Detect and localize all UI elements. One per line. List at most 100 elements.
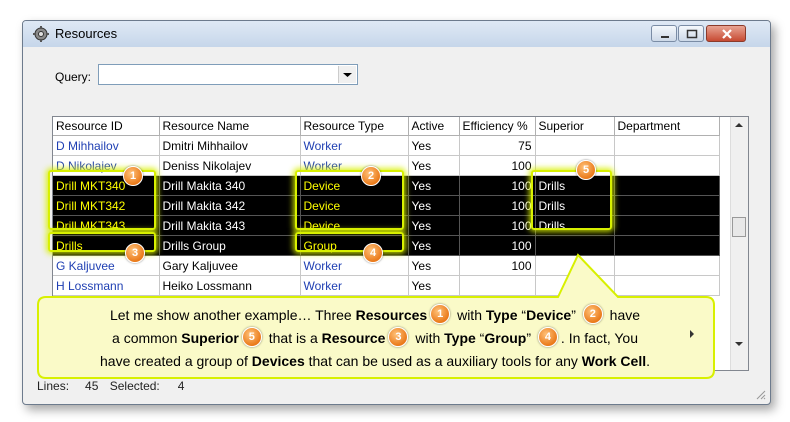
- cell-efficiency: 100: [459, 215, 536, 236]
- cell-superior: [535, 135, 615, 156]
- cell-active: Yes: [408, 155, 460, 176]
- callout-text-part: with: [453, 307, 486, 323]
- hscroll-right-icon[interactable]: [690, 330, 694, 338]
- minimize-button[interactable]: [651, 25, 677, 42]
- cell-active: Yes: [408, 255, 460, 276]
- callout-text-part: Let me show another example… Three: [109, 307, 356, 323]
- callout-text-part: ”: [571, 307, 580, 323]
- cell-department: [614, 195, 720, 216]
- table-header-row: Resource ID Resource Name Resource Type …: [53, 117, 720, 136]
- scrollbar-thumb[interactable]: [732, 217, 746, 237]
- callout-keyword: Resources: [355, 307, 428, 323]
- inline-badge-1: 1: [430, 304, 451, 325]
- cell-resource-name: Dmitri Mihhailov: [159, 135, 301, 156]
- cell-efficiency: 100: [459, 195, 536, 216]
- callout-text-part: have: [605, 307, 641, 323]
- callout-keyword: Resource: [321, 330, 386, 346]
- cell-department: [614, 255, 720, 276]
- table-row[interactable]: H Lossmann Heiko Lossmann Worker Yes: [53, 275, 720, 296]
- column-header-superior[interactable]: Superior: [535, 117, 615, 136]
- window-title: Resources: [55, 26, 118, 41]
- callout-badge-3: 3: [125, 243, 145, 263]
- close-button[interactable]: [706, 25, 746, 42]
- callout-badge-1: 1: [123, 166, 143, 186]
- callout-keyword: Group: [484, 330, 527, 346]
- table-row[interactable]: G Kaljuvee Gary Kaljuvee Worker Yes 100: [53, 255, 720, 276]
- cell-resource-name: Drills Group: [159, 235, 301, 256]
- highlight-box-device-types: [295, 170, 404, 230]
- callout-text-part: that is a: [264, 330, 322, 346]
- callout-text-part: “: [517, 307, 527, 323]
- query-dropdown-button[interactable]: [338, 66, 356, 83]
- callout-text-part: a common: [112, 330, 182, 346]
- callout-line-3: have created a group of Devices that can…: [40, 350, 710, 373]
- cell-active: Yes: [408, 235, 460, 256]
- cell-department: [614, 155, 720, 176]
- callout-line-1: Let me show another example… Three Resou…: [40, 304, 710, 327]
- vertical-scrollbar[interactable]: [730, 117, 748, 370]
- scroll-down-icon[interactable]: [735, 342, 743, 346]
- cell-resource-name: Gary Kaljuvee: [159, 255, 301, 276]
- cell-active: Yes: [408, 175, 460, 196]
- callout-keyword: Device: [526, 307, 572, 323]
- cell-department: [614, 135, 720, 156]
- cell-efficiency: 100: [459, 175, 536, 196]
- cell-efficiency: 100: [459, 255, 536, 276]
- inline-badge-3: 3: [388, 327, 409, 348]
- cell-resource-name: Drill Makita 342: [159, 195, 301, 216]
- cell-resource-id[interactable]: H Lossmann: [53, 275, 160, 296]
- cell-efficiency: 100: [459, 235, 536, 256]
- cell-department: [614, 215, 720, 236]
- cell-resource-name: Heiko Lossmann: [159, 275, 301, 296]
- cell-resource-name: Drill Makita 340: [159, 175, 301, 196]
- highlight-box-superiors: [531, 170, 612, 230]
- cell-department: [614, 175, 720, 196]
- callout-text-part: ”: [526, 330, 535, 346]
- inline-badge-4: 4: [537, 327, 558, 348]
- selected-count: 4: [177, 379, 185, 393]
- cell-resource-name: Drill Makita 343: [159, 215, 301, 236]
- callout-line-2: a common Superior 5 that is a Resource 3 w…: [40, 327, 710, 350]
- cell-resource-type[interactable]: Worker: [300, 275, 409, 296]
- column-header-efficiency[interactable]: Efficiency %: [459, 117, 536, 136]
- callout-keyword: Work Cell: [581, 353, 647, 369]
- cell-resource-type[interactable]: Worker: [300, 135, 409, 156]
- chevron-down-icon: [343, 73, 352, 77]
- selected-label: Selected:: [109, 379, 160, 393]
- maximize-button[interactable]: [678, 25, 704, 42]
- cell-resource-name: Deniss Nikolajev: [159, 155, 301, 176]
- lines-label: Lines:: [37, 379, 70, 393]
- callout-keyword: Type: [485, 307, 518, 323]
- callout-text-part: have created a group of: [100, 353, 252, 369]
- callout-keyword: Type: [444, 330, 476, 346]
- cell-active: Yes: [408, 275, 460, 296]
- lines-count: 45: [85, 379, 99, 393]
- table-row[interactable]: D Mihhailov Dmitri Mihhailov Worker Yes …: [53, 135, 720, 156]
- cell-resource-id[interactable]: D Mihhailov: [53, 135, 160, 156]
- cell-efficiency: 100: [459, 155, 536, 176]
- highlight-box-group-type: [295, 232, 404, 252]
- callout-keyword: Superior: [181, 330, 239, 346]
- title-bar[interactable]: Resources: [23, 21, 770, 47]
- column-header-resource-name[interactable]: Resource Name: [159, 117, 301, 136]
- column-header-department[interactable]: Department: [614, 117, 720, 136]
- status-bar: Lines: 45 Selected: 4: [37, 379, 188, 393]
- callout-text-part: . In fact, You: [560, 330, 638, 346]
- callout-badge-4: 4: [363, 243, 383, 263]
- scroll-up-icon[interactable]: [735, 123, 743, 127]
- resize-grip-icon[interactable]: [754, 388, 766, 400]
- query-label: Query:: [55, 70, 92, 84]
- inline-badge-2: 2: [582, 304, 603, 325]
- callout-text-part: that can be used as a auxiliary tools fo…: [304, 353, 582, 369]
- inline-badge-5: 5: [241, 327, 262, 348]
- callout-keyword: Devices: [251, 353, 305, 369]
- cell-department: [614, 235, 720, 256]
- cell-active: Yes: [408, 215, 460, 236]
- column-header-active[interactable]: Active: [408, 117, 460, 136]
- callout-badge-2: 2: [361, 166, 381, 186]
- column-header-resource-type[interactable]: Resource Type: [300, 117, 409, 136]
- query-select[interactable]: [98, 64, 358, 85]
- cell-resource-type[interactable]: Worker: [300, 255, 409, 276]
- cell-department: [614, 275, 720, 296]
- column-header-resource-id[interactable]: Resource ID: [53, 117, 160, 136]
